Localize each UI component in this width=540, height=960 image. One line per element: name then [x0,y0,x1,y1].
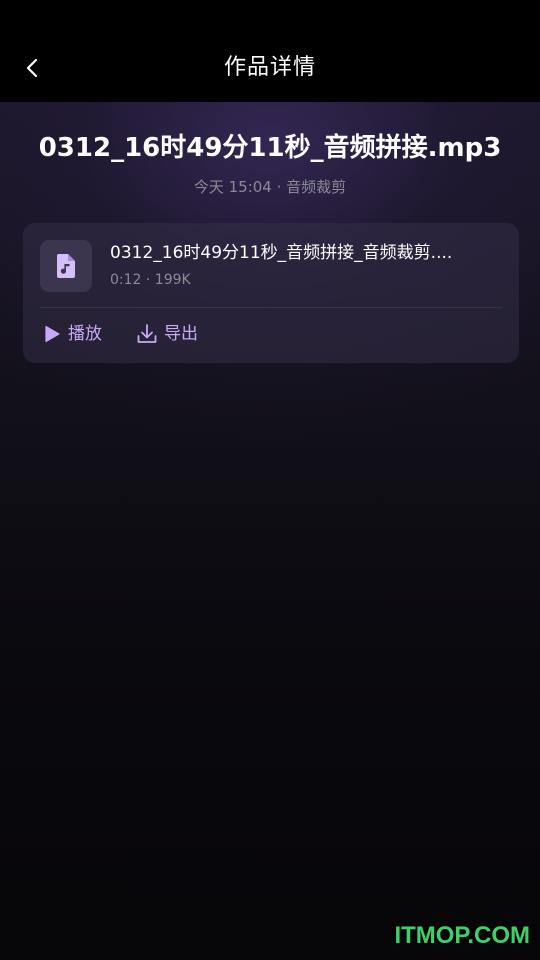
work-title: 0312_16时49分11秒_音频拼接.mp3 [38,133,502,163]
work-meta: 今天 15:04 · 音频裁剪 [193,178,347,196]
download-icon [137,324,157,343]
watermark: ITMOP.COM [394,922,530,949]
export-button[interactable]: 导出 [136,319,198,349]
play-label: 播放 [68,324,102,344]
file-icon-box [40,240,92,292]
play-icon [45,325,60,343]
file-card[interactable]: 0312_16时49分11秒_音频拼接_音频裁剪.... 0:12 · 199K… [23,223,519,363]
export-label: 导出 [164,324,198,344]
top-bar: 作品详情 [0,0,540,102]
music-file-icon [56,254,75,278]
divider [40,307,502,308]
file-name: 0312_16时49分11秒_音频拼接_音频裁剪.... [110,243,453,263]
page-title: 作品详情 [223,55,316,80]
play-button[interactable]: 播放 [42,319,102,349]
file-info: 0:12 · 199K [110,272,191,288]
main-content: 0312_16时49分11秒_音频拼接.mp3 今天 15:04 · 音频裁剪 … [0,102,540,960]
